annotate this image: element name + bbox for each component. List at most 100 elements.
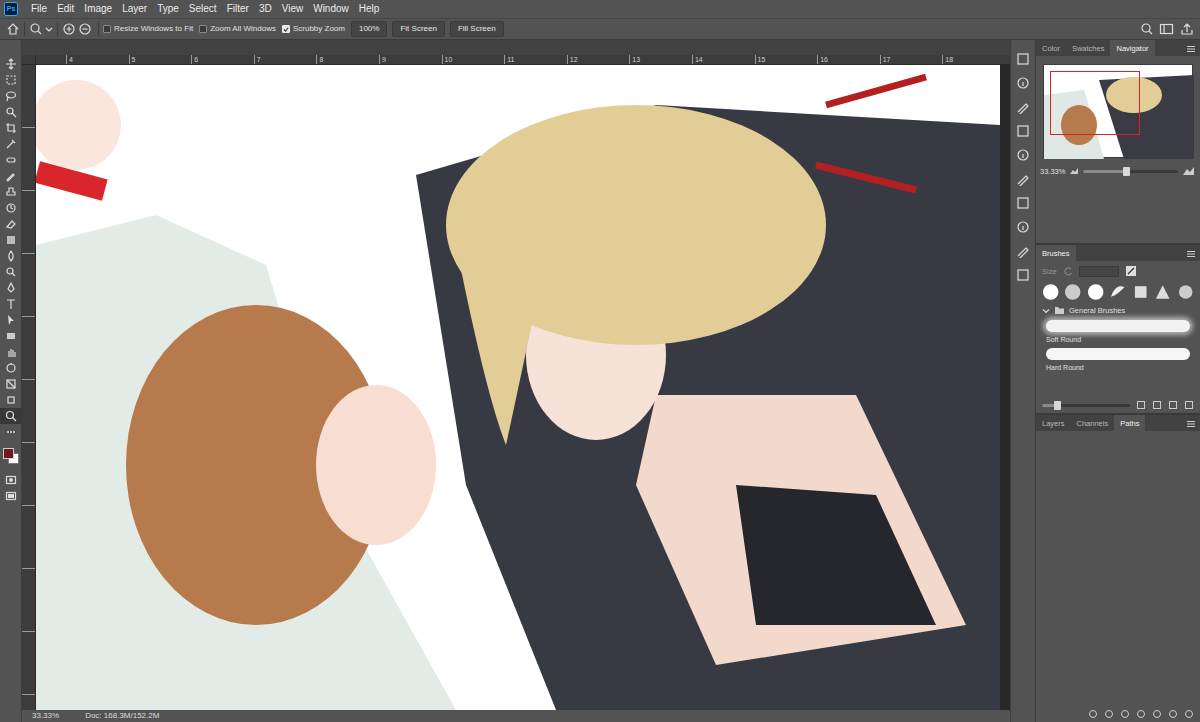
stroke-path-icon[interactable] <box>1104 709 1114 719</box>
panel-button[interactable] <box>1013 98 1033 116</box>
properties-icon[interactable] <box>1016 76 1030 90</box>
tool-button[interactable] <box>0 120 22 136</box>
quick-mask-button[interactable] <box>0 472 22 488</box>
zoom-out-icon[interactable] <box>78 22 94 36</box>
checkbox-label[interactable]: Zoom All Windows <box>210 24 276 34</box>
panel-button[interactable] <box>1013 74 1033 92</box>
hand-icon[interactable] <box>5 346 17 358</box>
option-checkbox[interactable]: Zoom All Windows <box>199 24 276 34</box>
lasso-icon[interactable] <box>5 90 17 102</box>
brush-tip-icon[interactable] <box>1064 283 1081 301</box>
tool-button[interactable] <box>0 56 22 72</box>
size-field[interactable] <box>1079 266 1119 277</box>
menu-item[interactable]: File <box>26 3 52 15</box>
tool-button[interactable] <box>0 264 22 280</box>
tool-button[interactable] <box>0 376 22 392</box>
load-selection-icon[interactable] <box>1120 709 1130 719</box>
pen-icon[interactable] <box>5 282 17 294</box>
tool-button[interactable] <box>0 216 22 232</box>
brush-tip-icon[interactable] <box>1154 283 1171 301</box>
zoom-slider-track[interactable] <box>1083 170 1178 173</box>
menu-item[interactable]: Layer <box>117 3 152 15</box>
panel-tab[interactable]: Color <box>1036 40 1066 56</box>
rotate-icon[interactable] <box>5 362 17 374</box>
share-icon[interactable] <box>1180 22 1194 36</box>
panel-tab[interactable]: Swatches <box>1066 40 1111 56</box>
brush-settings-icon[interactable] <box>1016 124 1030 138</box>
tool-button[interactable] <box>0 232 22 248</box>
panel-button[interactable] <box>1013 218 1033 236</box>
checkbox-box[interactable] <box>103 25 111 33</box>
menu-item[interactable]: Type <box>152 3 184 15</box>
panel-menu[interactable] <box>1186 418 1196 427</box>
panel-button[interactable] <box>1013 170 1033 188</box>
path-select-icon[interactable] <box>5 314 17 326</box>
tool-button[interactable] <box>0 280 22 296</box>
brush-preset-name[interactable]: Soft Round <box>1036 334 1200 346</box>
zoom-level[interactable]: 33.33% <box>32 711 59 721</box>
panel-tab[interactable]: Channels <box>1071 415 1115 431</box>
tool-button[interactable] <box>0 296 22 312</box>
option-checkbox[interactable]: Scrubby Zoom <box>282 24 345 34</box>
panel-button[interactable] <box>1013 146 1033 164</box>
view-rectangle[interactable] <box>1050 71 1140 135</box>
zoom-preset-button[interactable]: 100% <box>351 21 387 37</box>
clone-source-icon[interactable] <box>1016 148 1030 162</box>
menu-item[interactable]: Image <box>79 3 117 15</box>
tool-button[interactable] <box>0 408 22 424</box>
tool-button[interactable] <box>0 152 22 168</box>
panel-button[interactable] <box>1013 50 1033 68</box>
eyedropper-icon[interactable] <box>5 138 17 150</box>
panel-menu[interactable] <box>1186 43 1196 52</box>
tool-button[interactable] <box>0 184 22 200</box>
make-path-icon[interactable] <box>1136 709 1146 719</box>
panel-tab[interactable]: Brushes <box>1036 245 1076 261</box>
brush-tip-icon[interactable] <box>1042 283 1059 301</box>
reset-icon[interactable] <box>1063 266 1073 276</box>
tool-button[interactable] <box>0 344 22 360</box>
checkbox-box[interactable] <box>282 25 290 33</box>
history-icon[interactable] <box>1016 52 1030 66</box>
move-icon[interactable] <box>5 58 17 70</box>
frame-icon[interactable] <box>5 378 17 390</box>
brush-tip-icon[interactable] <box>1177 283 1194 301</box>
history-brush-icon[interactable] <box>5 202 17 214</box>
dodge-icon[interactable] <box>5 266 17 278</box>
tool-button[interactable] <box>0 424 22 440</box>
zoom-icon[interactable] <box>5 410 17 422</box>
zoom-slider-thumb[interactable] <box>1123 167 1130 176</box>
info-icon[interactable] <box>1016 100 1030 114</box>
workspace-icon[interactable] <box>1159 22 1175 36</box>
preview-size-thumb[interactable] <box>1054 401 1061 410</box>
tool-button[interactable] <box>0 248 22 264</box>
brush-tip-icon[interactable] <box>1087 283 1104 301</box>
zoom-tool-icon[interactable] <box>29 22 45 36</box>
brush-new-icon[interactable] <box>1168 400 1178 410</box>
eraser-icon[interactable] <box>5 218 17 230</box>
menu-item[interactable]: Edit <box>52 3 79 15</box>
tool-button[interactable] <box>0 312 22 328</box>
tool-button[interactable] <box>0 360 22 376</box>
panel-button[interactable] <box>1013 242 1033 260</box>
panel-tab[interactable]: Navigator <box>1110 40 1154 56</box>
foreground-color-swatch[interactable] <box>3 448 14 459</box>
gradient-icon[interactable] <box>5 234 17 246</box>
zoom-in-icon[interactable] <box>62 22 78 36</box>
crop-icon[interactable] <box>5 122 17 134</box>
tool-button[interactable] <box>0 168 22 184</box>
zoom-preset-button[interactable]: Fit Screen <box>392 21 444 37</box>
tool-button[interactable] <box>0 104 22 120</box>
panel-tab[interactable]: Layers <box>1036 415 1071 431</box>
layer-comps-icon[interactable] <box>1016 268 1030 282</box>
tool-button[interactable] <box>0 392 22 408</box>
menu-item[interactable]: Help <box>354 3 385 15</box>
healing-icon[interactable] <box>5 154 17 166</box>
artwork-canvas[interactable] <box>36 65 1000 710</box>
navigator-zoom-value[interactable]: 33.33% <box>1040 167 1065 176</box>
type-icon[interactable] <box>5 298 17 310</box>
folder-name[interactable]: General Brushes <box>1069 306 1125 315</box>
brush-stroke-preview[interactable] <box>1046 320 1190 332</box>
panel-menu-icon[interactable] <box>1186 420 1196 428</box>
tools-preset-icon[interactable] <box>1016 220 1030 234</box>
trash-icon[interactable] <box>1184 400 1194 410</box>
